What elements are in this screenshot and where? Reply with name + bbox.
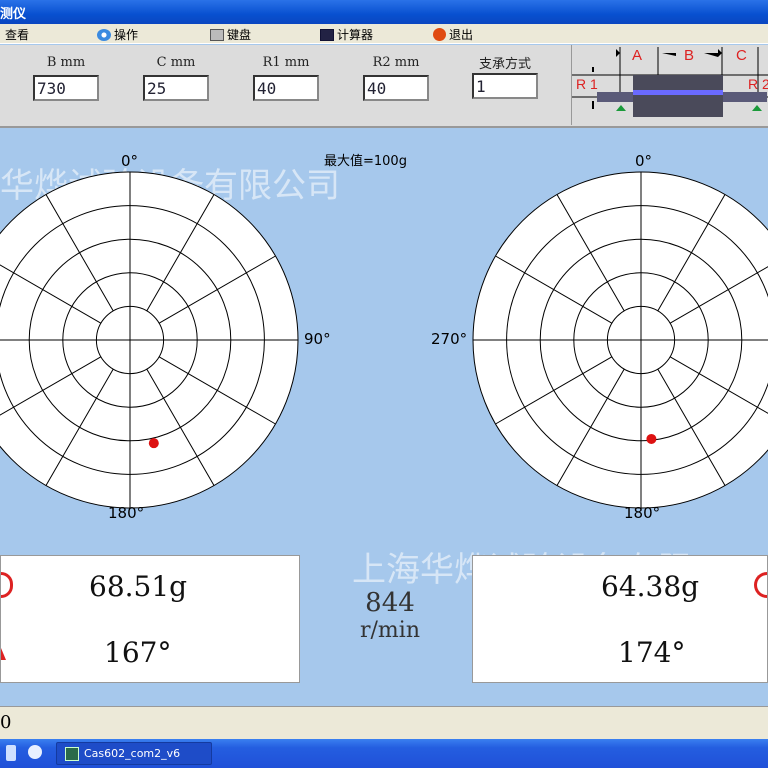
b-input[interactable] <box>33 75 99 101</box>
taskbar-app-label: Cas602_com2_v6 <box>84 747 181 760</box>
right-mass-value: 64.38g <box>601 570 700 603</box>
r2-label: R 2 <box>748 76 768 92</box>
taskbar-app-button[interactable]: Cas602_com2_v6 <box>56 742 212 765</box>
taskbar: Cas602_com2_v6 <box>0 739 768 768</box>
menu-operate[interactable]: 操作 <box>97 26 138 43</box>
param-b: B mm <box>31 55 101 101</box>
dim-c-label: C <box>736 47 747 64</box>
menu-keyboard[interactable]: 键盘 <box>210 26 251 43</box>
exit-icon <box>433 28 446 41</box>
ie-icon[interactable] <box>28 745 42 759</box>
window-title: 测仪 <box>0 7 27 22</box>
left-90-label: 90° <box>304 330 331 348</box>
param-label: R1 mm <box>262 55 310 70</box>
right-270-label: 270° <box>431 330 468 348</box>
status-text: 0 <box>0 712 12 733</box>
left-indicator-icon <box>1 572 13 598</box>
measurement-area: 华烨试验设备有限公司 上海华烨试验设备有限 最大值=100g 0° 90° 18… <box>0 130 768 706</box>
r2-input[interactable] <box>363 75 429 101</box>
menu-label: 键盘 <box>227 28 252 42</box>
menu-bar: 查看 操作 键盘 计算器 退出 <box>0 24 768 44</box>
menu-view[interactable]: 查看 <box>5 26 29 43</box>
param-r1: R1 mm <box>251 55 321 101</box>
unbalance-point <box>148 438 159 449</box>
menu-label: 操作 <box>114 28 139 42</box>
parameter-panel: B mm C mm R1 mm R2 mm 支承方式 A B C R 1 R 2 <box>0 45 768 128</box>
dim-a-label: A <box>632 47 642 64</box>
app-icon <box>65 746 79 761</box>
left-angle-value: 167° <box>104 636 172 669</box>
left-180-label: 180° <box>108 504 145 522</box>
rotor-body <box>633 75 723 117</box>
rotor-diagram: A B C R 1 R 2 <box>571 45 768 125</box>
menu-calculator[interactable]: 计算器 <box>320 26 373 43</box>
right-polar-plot <box>472 171 768 509</box>
speed-value: 844 <box>365 588 415 618</box>
desktop-icon[interactable] <box>6 745 16 761</box>
param-label: 支承方式 <box>478 57 531 72</box>
title-bar: 测仪 <box>0 0 768 24</box>
speed-display: 844 r/min <box>340 588 440 643</box>
left-0-label: 0° <box>121 152 139 170</box>
right-0-label: 0° <box>635 152 653 170</box>
left-polar-plot <box>0 171 299 509</box>
param-label: C mm <box>156 55 196 70</box>
r1-label: R 1 <box>576 76 598 92</box>
right-result-box: 64.38g 174° <box>472 555 768 683</box>
r1-input[interactable] <box>253 75 319 101</box>
menu-label: 查看 <box>5 28 30 42</box>
right-angle-value: 174° <box>618 636 686 669</box>
right-180-label: 180° <box>624 504 661 522</box>
left-mass-value: 68.51g <box>89 570 188 603</box>
menu-exit[interactable]: 退出 <box>433 26 473 43</box>
left-result-box: 68.51g 167° <box>0 555 300 683</box>
keyboard-icon <box>210 28 224 41</box>
calculator-icon <box>320 28 334 41</box>
unbalance-point <box>646 433 657 444</box>
c-input[interactable] <box>143 75 209 101</box>
right-indicator-icon <box>754 572 767 598</box>
gear-icon <box>97 28 111 41</box>
param-label: R2 mm <box>372 55 420 70</box>
param-c: C mm <box>141 55 211 101</box>
max-value-label: 最大值=100g <box>324 154 407 169</box>
support-input[interactable] <box>472 73 538 99</box>
menu-label: 退出 <box>449 28 474 42</box>
param-label: B mm <box>46 55 86 70</box>
status-bar: 0 <box>0 706 768 739</box>
dim-b-label: B <box>684 47 694 64</box>
speed-unit: r/min <box>360 618 420 643</box>
param-support: 支承方式 <box>470 53 540 99</box>
left-angle-marker-icon <box>1 648 6 660</box>
menu-label: 计算器 <box>337 28 374 42</box>
param-r2: R2 mm <box>361 55 431 101</box>
